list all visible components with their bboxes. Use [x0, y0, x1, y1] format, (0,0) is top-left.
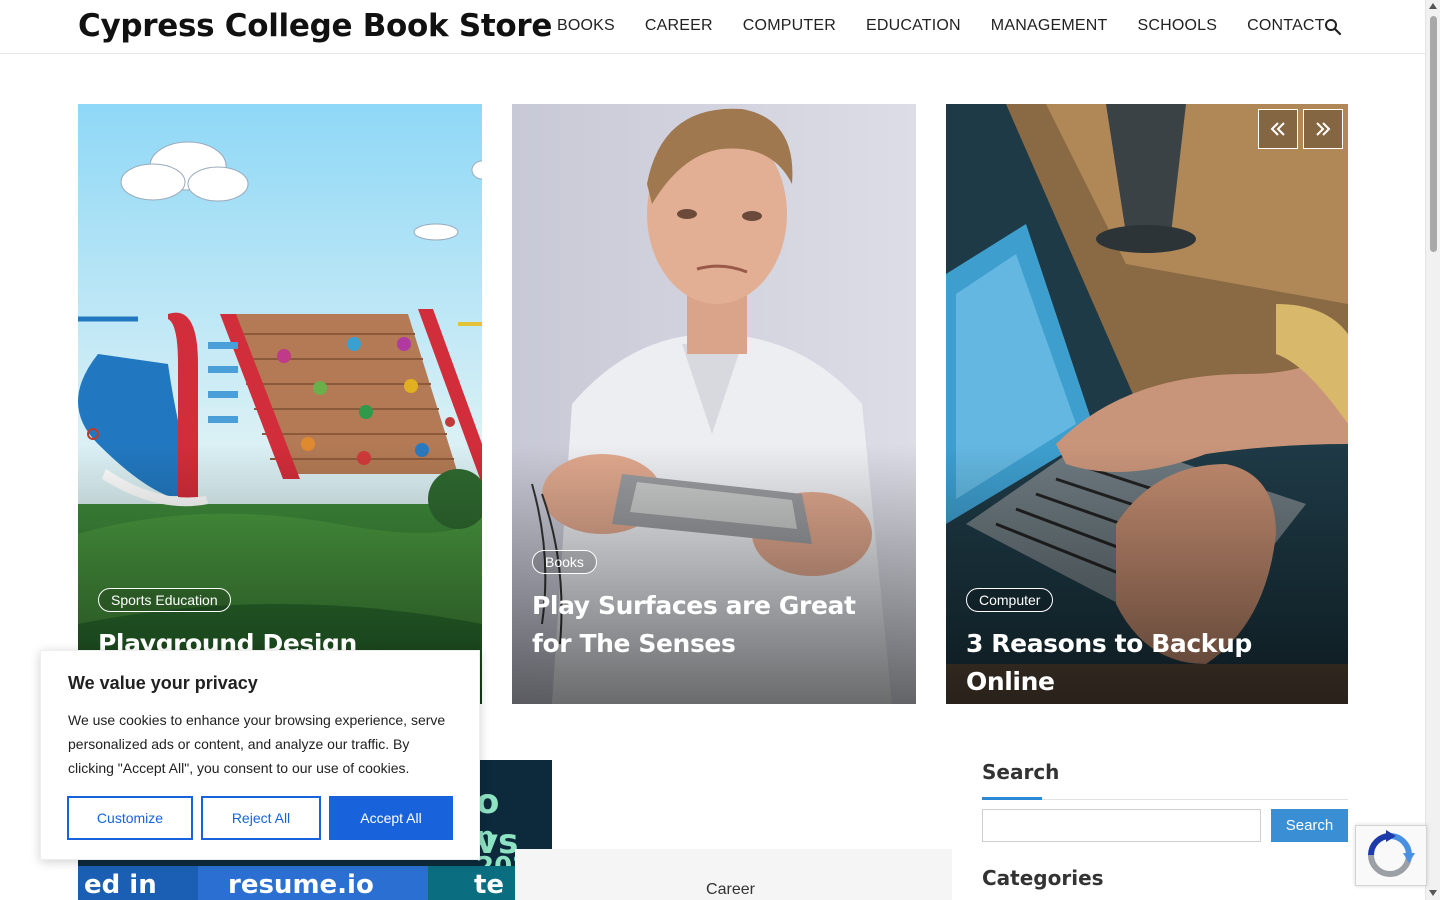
cookie-reject-all-button[interactable]: Reject All	[201, 796, 321, 840]
sidebar-search-button[interactable]: Search	[1271, 809, 1348, 842]
cookie-banner-title: We value your privacy	[68, 673, 258, 693]
nav-item-education[interactable]: EDUCATION	[866, 17, 961, 35]
card-overlay	[512, 444, 916, 704]
widget-title-underline	[982, 797, 1042, 800]
cookie-customize-button[interactable]: Customize	[67, 796, 193, 840]
double-chevron-right-icon	[1316, 122, 1331, 136]
nav-item-books[interactable]: BOOKS	[557, 17, 615, 35]
slider-card-play-surfaces[interactable]: Books Play Surfaces are Great for The Se…	[512, 104, 916, 704]
nav-item-management[interactable]: MANAGEMENT	[991, 17, 1108, 35]
recaptcha-icon	[1368, 830, 1415, 877]
page: Cypress College Book Store BOOKS CAREER …	[0, 0, 1440, 900]
recaptcha-badge[interactable]	[1355, 825, 1427, 886]
slider-card-backup-online[interactable]: Computer 3 Reasons to Backup Online	[946, 104, 1348, 704]
nav-item-career[interactable]: CAREER	[645, 17, 713, 35]
category-badge[interactable]: Sports Education	[98, 588, 231, 612]
site-header: Cypress College Book Store BOOKS CAREER …	[0, 0, 1425, 54]
double-chevron-left-icon	[1270, 122, 1285, 136]
category-badge[interactable]: Books	[532, 550, 597, 574]
scroll-down-arrow-icon[interactable]	[1429, 890, 1437, 896]
resume-io-logo-text: resume.io	[228, 870, 374, 900]
main-nav: BOOKS CAREER COMPUTER EDUCATION MANAGEME…	[542, 17, 1340, 35]
category-badge[interactable]: Computer	[966, 588, 1054, 612]
third-logo-text: te	[474, 870, 505, 900]
nav-item-computer[interactable]: COMPUTER	[743, 17, 836, 35]
post-category-label[interactable]: Career	[515, 881, 946, 899]
page-scrollbar[interactable]	[1425, 0, 1440, 900]
cookie-consent-banner: We value your privacy We use cookies to …	[40, 650, 480, 860]
slider-card-playground[interactable]: Sports Education Playground Design	[78, 104, 482, 704]
nav-item-contact[interactable]: CONTACT	[1247, 17, 1325, 35]
cookie-banner-text: We use cookies to enhance your browsing …	[68, 712, 446, 776]
slider-next-button[interactable]	[1303, 109, 1343, 149]
categories-widget-title: Categories	[982, 866, 1104, 890]
scrollbar-thumb[interactable]	[1430, 16, 1437, 252]
post-meta-box: Career	[515, 849, 952, 900]
sidebar-search-input[interactable]	[982, 809, 1261, 842]
site-title[interactable]: Cypress College Book Store	[78, 8, 552, 44]
linkedin-logo-text: ed in	[84, 870, 157, 900]
slider-prev-button[interactable]	[1258, 109, 1298, 149]
card-title[interactable]: 3 Reasons to Backup Online	[966, 625, 1328, 701]
scroll-up-arrow-icon[interactable]	[1429, 3, 1437, 9]
card-title[interactable]: Play Surfaces are Great for The Senses	[532, 587, 896, 663]
search-widget-title: Search	[982, 760, 1060, 784]
nav-item-schools[interactable]: SCHOOLS	[1137, 17, 1217, 35]
cookie-accept-all-button[interactable]: Accept All	[329, 796, 453, 840]
search-icon[interactable]	[1324, 18, 1342, 36]
